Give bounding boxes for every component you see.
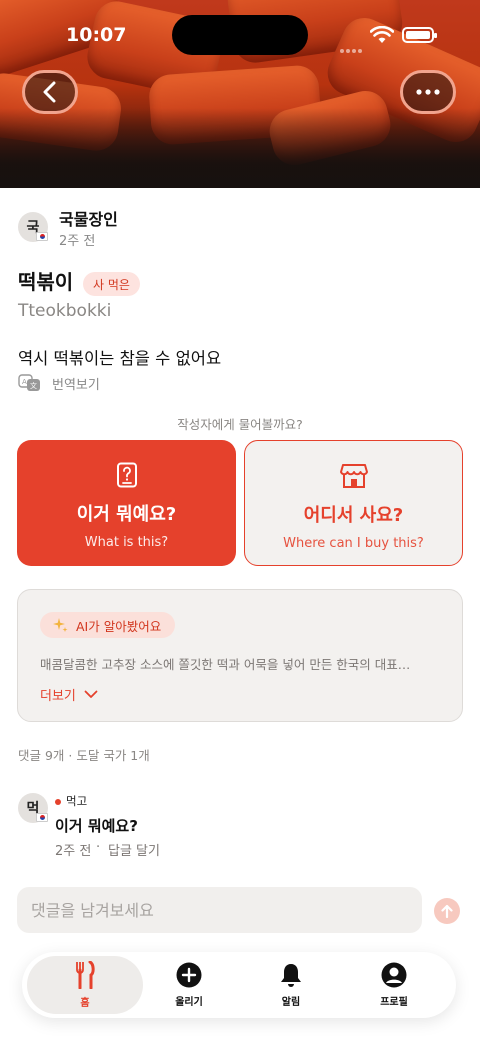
commenter-name[interactable]: 먹고 [66,793,87,809]
tab-notifications[interactable]: 알림 [233,956,349,1014]
send-button[interactable] [434,898,460,924]
ai-more-button[interactable]: 더보기 [40,685,98,704]
author-name[interactable]: 국물장인 [59,206,118,230]
wifi-icon [370,26,394,43]
post-title: 떡볶이 [18,270,74,294]
comment-separator: · [96,840,101,855]
ai-summary-card: AI가 알아봤어요 매콤달콤한 고추장 소스에 쫄깃한 떡과 어묵을 넣어 만든… [17,589,463,722]
fork-knife-icon [76,961,95,989]
ai-more-label: 더보기 [40,689,76,704]
tab-home[interactable]: 홈 [27,956,143,1014]
korea-flag-icon [36,232,48,241]
svg-text:A: A [22,378,27,386]
where-to-buy-button[interactable]: 어디서 사요? Where can I buy this? [244,440,463,566]
post-time: 2주 전 [59,234,96,249]
ai-label-text: AI가 알아봤어요 [76,618,162,634]
post-tag-badge: 사 먹은 [83,272,140,296]
tab-notifications-label: 알림 [281,997,301,1008]
ai-summary-text: 매콤달콤한 고추장 소스에 쫄깃한 떡과 어묵을 넣어 만든 한국의 대표… [40,657,411,672]
post-body: 역시 떡볶이는 참을 수 없어요 [18,349,222,368]
what-is-this-title: 이거 뭐예요? [76,504,177,525]
sparkle-icon [53,618,68,632]
translate-icon[interactable]: A 文 [18,374,42,392]
comment-text: 이거 뭐예요? [55,817,138,835]
ellipsis-icon [416,89,440,95]
translate-link[interactable]: 번역보기 [52,374,100,393]
battery-icon [402,27,437,43]
online-dot-icon [55,799,61,805]
plus-circle-icon [176,962,202,988]
signal-icon [340,38,364,53]
tab-upload[interactable]: 올리기 [131,956,247,1014]
comment-input[interactable] [31,900,422,920]
korea-flag-icon [36,813,48,822]
question-card-icon [116,462,137,488]
ask-prompt: 작성자에게 물어볼까요? [177,417,303,432]
dynamic-island [172,15,308,55]
ai-label-badge: AI가 알아봤어요 [40,612,176,638]
post-romanized: Tteokbokki [18,301,112,321]
back-button[interactable] [22,70,78,114]
status-time: 10:07 [66,24,127,46]
tab-profile-label: 프로필 [380,997,408,1008]
store-icon [339,464,368,488]
svg-text:文: 文 [30,381,37,390]
where-to-buy-subtitle: Where can I buy this? [283,536,424,551]
chevron-left-icon [43,81,56,103]
tab-upload-label: 올리기 [175,997,203,1008]
comment-input-container [17,887,422,933]
comments-summary: 댓글 9개 · 도달 국가 1개 [18,748,150,763]
where-to-buy-title: 어디서 사요? [303,505,404,526]
bell-icon [281,964,301,987]
tab-profile[interactable]: 프로필 [336,956,452,1014]
comment-time: 2주 전 [55,844,92,859]
chevron-down-icon [84,690,98,698]
more-options-button[interactable] [400,70,456,114]
profile-icon [381,962,407,988]
tab-home-label: 홈 [80,998,90,1009]
what-is-this-button[interactable]: 이거 뭐예요? What is this? [17,440,236,566]
what-is-this-subtitle: What is this? [84,535,169,550]
bottom-tab-bar: 홈 올리기 알림 프로필 [22,952,456,1018]
arrow-up-icon [441,904,453,918]
reply-button[interactable]: 답글 달기 [108,840,160,859]
